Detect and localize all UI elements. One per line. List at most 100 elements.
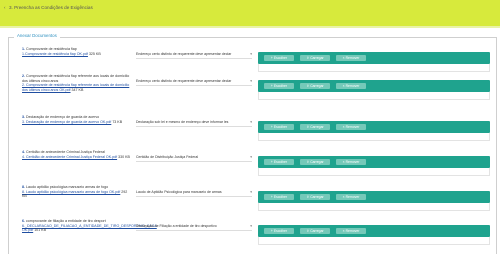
- upload-panel: + Escolher ⇪ Carregar × Remover: [258, 52, 490, 64]
- document-number: 4.: [22, 150, 25, 154]
- close-icon: ×: [342, 125, 345, 129]
- document-type-select[interactable]: Certidão de Distribuição Justiça Federal…: [136, 154, 252, 162]
- document-type-value: Certidão de Distribuição Justiça Federal: [136, 155, 199, 159]
- upload-dropzone[interactable]: [258, 168, 490, 176]
- choose-file-button[interactable]: + Escolher: [264, 194, 294, 200]
- document-type-select[interactable]: Declaração de Filiação a entidade de tir…: [136, 223, 252, 231]
- plus-icon: +: [270, 56, 273, 60]
- choose-label: Escolher: [273, 229, 288, 233]
- document-file-link[interactable]: 4. Certidão de antecedente Criminal Just…: [22, 155, 117, 159]
- upload-dropzone[interactable]: [258, 203, 490, 211]
- upload-dropzone[interactable]: [258, 133, 490, 141]
- close-icon: ×: [342, 195, 345, 199]
- chevron-down-icon: ▾: [250, 79, 252, 83]
- document-file-link[interactable]: 3. Declaração de endereço de guarda de a…: [22, 120, 111, 124]
- upload-button[interactable]: ⇪ Carregar: [300, 159, 330, 165]
- upload-button[interactable]: ⇪ Carregar: [300, 194, 330, 200]
- document-info: 1. Comprovante de residência fiap 1.Comp…: [22, 47, 132, 56]
- upload-button[interactable]: ⇪ Carregar: [300, 55, 330, 61]
- choose-file-button[interactable]: + Escolher: [264, 159, 294, 165]
- upload-icon: ⇪: [306, 84, 310, 88]
- document-number: 3.: [22, 115, 25, 119]
- close-icon: ×: [342, 84, 345, 88]
- remove-button[interactable]: × Remover: [336, 55, 366, 61]
- remove-label: Remover: [345, 56, 360, 60]
- section-header-bar[interactable]: ‹ 3. Preencha as Condições de Exigências: [0, 0, 500, 26]
- document-file-size: 330 KB: [118, 154, 130, 159]
- document-type-value: Declaração de Filiação a entidade de tir…: [136, 224, 217, 228]
- document-file-size: 73 KB: [112, 119, 123, 124]
- document-label: Certidão de antecedente Criminal Justiça…: [26, 150, 105, 154]
- choose-file-button[interactable]: + Escolher: [264, 228, 294, 234]
- upload-button[interactable]: ⇪ Carregar: [300, 228, 330, 234]
- document-info: 4. Certidão de antecedente Criminal Just…: [22, 150, 132, 159]
- plus-icon: +: [270, 84, 273, 88]
- upload-dropzone[interactable]: [258, 237, 490, 245]
- close-icon: ×: [342, 56, 345, 60]
- upload-button[interactable]: ⇪ Carregar: [300, 124, 330, 130]
- document-type-select[interactable]: Declaração sob lei e mesmo de endereço d…: [136, 119, 252, 127]
- section-title: 3. Preencha as Condições de Exigências: [9, 5, 93, 10]
- choose-label: Escolher: [273, 56, 288, 60]
- document-info: 2. Comprovante de residência fiap refere…: [22, 74, 132, 92]
- document-label: Laudo aptidão psicológica manuseio armas…: [26, 185, 109, 189]
- remove-button[interactable]: × Remover: [336, 124, 366, 130]
- chevron-down-icon: ▾: [250, 120, 252, 124]
- document-number: 8.: [22, 185, 25, 189]
- choose-label: Escolher: [273, 125, 288, 129]
- document-type-select[interactable]: Endereço certo distinto de requerente de…: [136, 51, 252, 59]
- chevron-down-icon: ▾: [250, 52, 252, 56]
- remove-button[interactable]: × Remover: [336, 83, 366, 89]
- document-label: Declaração de endereço de guarda de acer…: [26, 115, 100, 119]
- choose-label: Escolher: [273, 160, 288, 164]
- choose-file-button[interactable]: + Escolher: [264, 55, 294, 61]
- fieldset-legend: Anexar Documentos: [14, 33, 60, 38]
- document-type-select[interactable]: Laudo de Aptidão Psicológica para manuse…: [136, 189, 252, 197]
- document-file-size: 101 KB: [34, 228, 46, 233]
- document-file-size: 325 KB: [88, 51, 101, 56]
- choose-file-button[interactable]: + Escolher: [264, 124, 294, 130]
- document-file-link[interactable]: 8. Laudo aptidão psicológica manuseio ar…: [22, 190, 120, 194]
- choose-label: Escolher: [273, 195, 288, 199]
- document-info: 3. Declaração de endereço de guarda de a…: [22, 115, 132, 124]
- remove-button[interactable]: × Remover: [336, 159, 366, 165]
- upload-label: Carregar: [310, 160, 324, 164]
- document-info: 8. Laudo aptidão psicológica manuseio ar…: [22, 185, 132, 199]
- document-number: 1.: [22, 47, 25, 51]
- upload-label: Carregar: [310, 84, 324, 88]
- upload-panel: + Escolher ⇪ Carregar × Remover: [258, 225, 490, 237]
- document-file-link[interactable]: 1.Comprovante de residência fiap OK.pdf: [22, 52, 88, 56]
- upload-dropzone[interactable]: [258, 92, 490, 100]
- document-type-select[interactable]: Endereço certo distinto de requerente de…: [136, 78, 252, 86]
- plus-icon: +: [270, 195, 273, 199]
- upload-label: Carregar: [310, 229, 324, 233]
- document-label: Comprovante de residência fiap referente…: [22, 74, 130, 83]
- upload-icon: ⇪: [306, 195, 310, 199]
- document-label: comprovante de filiação a entidade de ti…: [26, 219, 106, 223]
- document-info: 6. comprovante de filiação a entidade de…: [22, 219, 157, 233]
- remove-label: Remover: [345, 84, 360, 88]
- choose-file-button[interactable]: + Escolher: [264, 83, 294, 89]
- close-icon: ×: [342, 229, 345, 233]
- document-type-value: Endereço certo distinto de requerente de…: [136, 79, 232, 83]
- document-type-value: Laudo de Aptidão Psicológica para manuse…: [136, 190, 222, 194]
- remove-label: Remover: [345, 229, 360, 233]
- plus-icon: +: [270, 125, 273, 129]
- remove-label: Remover: [345, 195, 360, 199]
- chevron-left-icon[interactable]: ‹: [4, 5, 6, 10]
- chevron-down-icon: ▾: [250, 224, 252, 228]
- document-number: 6.: [22, 219, 25, 223]
- remove-button[interactable]: × Remover: [336, 228, 366, 234]
- upload-panel: + Escolher ⇪ Carregar × Remover: [258, 156, 490, 168]
- document-number: 2.: [22, 74, 25, 78]
- upload-panel: + Escolher ⇪ Carregar × Remover: [258, 191, 490, 203]
- upload-label: Carregar: [310, 125, 324, 129]
- remove-button[interactable]: × Remover: [336, 194, 366, 200]
- choose-label: Escolher: [273, 84, 288, 88]
- upload-button[interactable]: ⇪ Carregar: [300, 83, 330, 89]
- chevron-down-icon: ▾: [250, 155, 252, 159]
- plus-icon: +: [270, 160, 273, 164]
- upload-dropzone[interactable]: [258, 64, 490, 72]
- chevron-down-icon: ▾: [250, 190, 252, 194]
- document-file-size: 347 KB: [71, 87, 84, 92]
